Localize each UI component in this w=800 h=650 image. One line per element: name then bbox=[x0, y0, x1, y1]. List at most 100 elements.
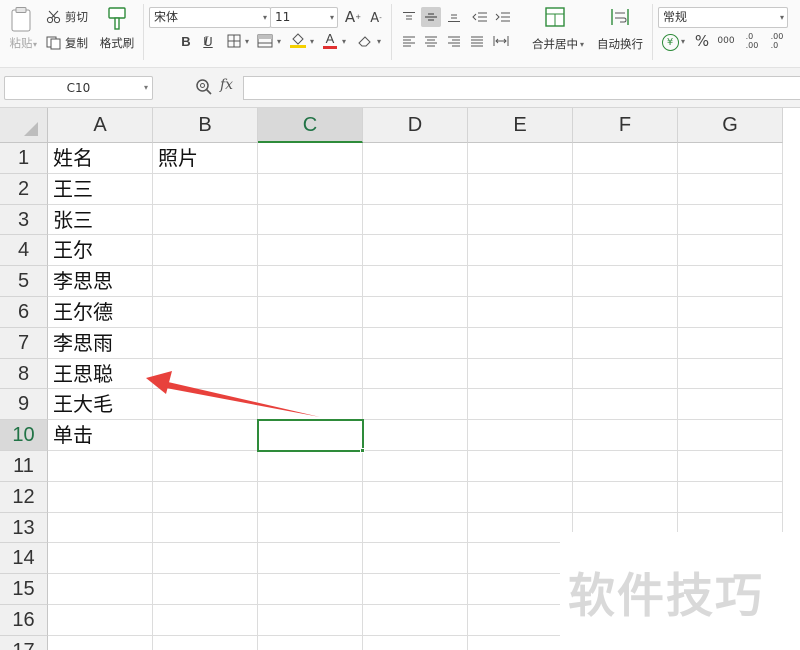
cell-d1[interactable] bbox=[363, 143, 468, 174]
cell-g11[interactable] bbox=[678, 451, 783, 482]
cell-style-button[interactable] bbox=[255, 31, 275, 51]
cell-a1[interactable]: 姓名 bbox=[48, 143, 153, 174]
row-header-16[interactable]: 16 bbox=[0, 605, 48, 636]
clear-format-button[interactable] bbox=[355, 31, 375, 51]
align-center-button[interactable] bbox=[421, 31, 441, 51]
cell-a17[interactable] bbox=[48, 635, 153, 650]
cell-e10[interactable] bbox=[468, 420, 573, 451]
row-header-14[interactable]: 14 bbox=[0, 543, 48, 575]
justify-button[interactable] bbox=[467, 31, 487, 51]
cell-d14[interactable] bbox=[363, 543, 468, 575]
row-header-7[interactable]: 7 bbox=[0, 327, 48, 359]
cell-e15[interactable] bbox=[468, 574, 573, 605]
cell-g3[interactable] bbox=[678, 204, 783, 236]
cell-f8[interactable] bbox=[573, 358, 678, 390]
cell-c10[interactable] bbox=[258, 420, 363, 451]
cell-a10[interactable]: 单击 bbox=[48, 420, 153, 451]
cell-f6[interactable] bbox=[573, 297, 678, 328]
cell-e2[interactable] bbox=[468, 173, 573, 205]
cell-e1[interactable] bbox=[468, 143, 573, 174]
border-dropdown-icon[interactable]: ▾ bbox=[245, 37, 249, 46]
font-name-select[interactable]: 宋体 ▾ bbox=[149, 7, 271, 28]
cell-f9[interactable] bbox=[573, 389, 678, 421]
cell-e16[interactable] bbox=[468, 605, 573, 636]
cell-c1[interactable] bbox=[258, 143, 363, 174]
cell-b2[interactable] bbox=[153, 173, 258, 205]
merge-center-button[interactable]: 合并居中 bbox=[528, 6, 582, 52]
distributed-align-button[interactable] bbox=[491, 31, 511, 51]
copy-button[interactable]: 复制 bbox=[46, 35, 88, 51]
cell-b13[interactable] bbox=[153, 512, 258, 544]
bold-button[interactable]: B bbox=[176, 31, 196, 51]
column-header-b[interactable]: B bbox=[153, 108, 258, 143]
number-format-select[interactable]: 常规 ▾ bbox=[658, 7, 788, 28]
formula-input[interactable] bbox=[243, 76, 800, 100]
row-header-2[interactable]: 2 bbox=[0, 173, 48, 205]
cell-d12[interactable] bbox=[363, 481, 468, 513]
fill-color-dropdown-icon[interactable]: ▾ bbox=[310, 37, 314, 46]
name-box[interactable]: C10 ▾ bbox=[4, 76, 153, 100]
paste-button[interactable]: 粘贴 bbox=[6, 6, 36, 51]
cut-button[interactable]: 剪切 bbox=[46, 9, 88, 25]
row-header-15[interactable]: 15 bbox=[0, 574, 48, 605]
cell-g2[interactable] bbox=[678, 173, 783, 205]
indent-increase-button[interactable] bbox=[493, 7, 513, 27]
align-top-button[interactable] bbox=[399, 7, 419, 27]
cell-f3[interactable] bbox=[573, 204, 678, 236]
cell-a16[interactable] bbox=[48, 605, 153, 636]
cell-f5[interactable] bbox=[573, 266, 678, 297]
cell-f2[interactable] bbox=[573, 173, 678, 205]
cell-a3[interactable]: 张三 bbox=[48, 204, 153, 236]
cell-a4[interactable]: 王尔 bbox=[48, 235, 153, 267]
cell-b8[interactable] bbox=[153, 358, 258, 390]
cell-a9[interactable]: 王大毛 bbox=[48, 389, 153, 421]
cell-d17[interactable] bbox=[363, 635, 468, 650]
align-bottom-button[interactable] bbox=[444, 7, 464, 27]
cell-a2[interactable]: 王三 bbox=[48, 173, 153, 205]
align-left-button[interactable] bbox=[399, 31, 419, 51]
cell-c11[interactable] bbox=[258, 451, 363, 482]
cell-b9[interactable] bbox=[153, 389, 258, 421]
cell-e4[interactable] bbox=[468, 235, 573, 267]
row-header-3[interactable]: 3 bbox=[0, 204, 48, 236]
cell-f10[interactable] bbox=[573, 420, 678, 451]
cell-g1[interactable] bbox=[678, 143, 783, 174]
cell-f11[interactable] bbox=[573, 451, 678, 482]
fill-handle[interactable] bbox=[360, 448, 365, 453]
cell-f1[interactable] bbox=[573, 143, 678, 174]
underline-button-visible[interactable]: U bbox=[198, 31, 218, 51]
cell-g9[interactable] bbox=[678, 389, 783, 421]
cell-b7[interactable] bbox=[153, 327, 258, 359]
cell-c16[interactable] bbox=[258, 605, 363, 636]
cell-g5[interactable] bbox=[678, 266, 783, 297]
cell-d10[interactable] bbox=[363, 420, 468, 451]
currency-dropdown-icon[interactable]: ▾ bbox=[681, 37, 685, 46]
cell-f12[interactable] bbox=[573, 481, 678, 513]
cell-c13[interactable] bbox=[258, 512, 363, 544]
cell-b17[interactable] bbox=[153, 635, 258, 650]
row-header-5[interactable]: 5 bbox=[0, 266, 48, 297]
cell-c2[interactable] bbox=[258, 173, 363, 205]
font-color-button[interactable]: A bbox=[320, 30, 340, 50]
clear-format-dropdown-icon[interactable]: ▾ bbox=[377, 37, 381, 46]
cell-d15[interactable] bbox=[363, 574, 468, 605]
cell-c7[interactable] bbox=[258, 327, 363, 359]
cell-a7[interactable]: 李思雨 bbox=[48, 327, 153, 359]
cell-b4[interactable] bbox=[153, 235, 258, 267]
format-painter-button[interactable]: 格式刷 bbox=[96, 6, 138, 51]
cell-c14[interactable] bbox=[258, 543, 363, 575]
cell-b10[interactable] bbox=[153, 420, 258, 451]
border-button[interactable] bbox=[224, 31, 244, 51]
select-all-corner[interactable] bbox=[0, 108, 48, 143]
cell-e12[interactable] bbox=[468, 481, 573, 513]
cell-d2[interactable] bbox=[363, 173, 468, 205]
cell-e8[interactable] bbox=[468, 358, 573, 390]
column-header-a[interactable]: A bbox=[48, 108, 153, 143]
cell-e3[interactable] bbox=[468, 204, 573, 236]
column-header-e[interactable]: E bbox=[468, 108, 573, 143]
cell-g4[interactable] bbox=[678, 235, 783, 267]
cell-d6[interactable] bbox=[363, 297, 468, 328]
row-header-9[interactable]: 9 bbox=[0, 389, 48, 421]
cell-g6[interactable] bbox=[678, 297, 783, 328]
cell-e7[interactable] bbox=[468, 327, 573, 359]
